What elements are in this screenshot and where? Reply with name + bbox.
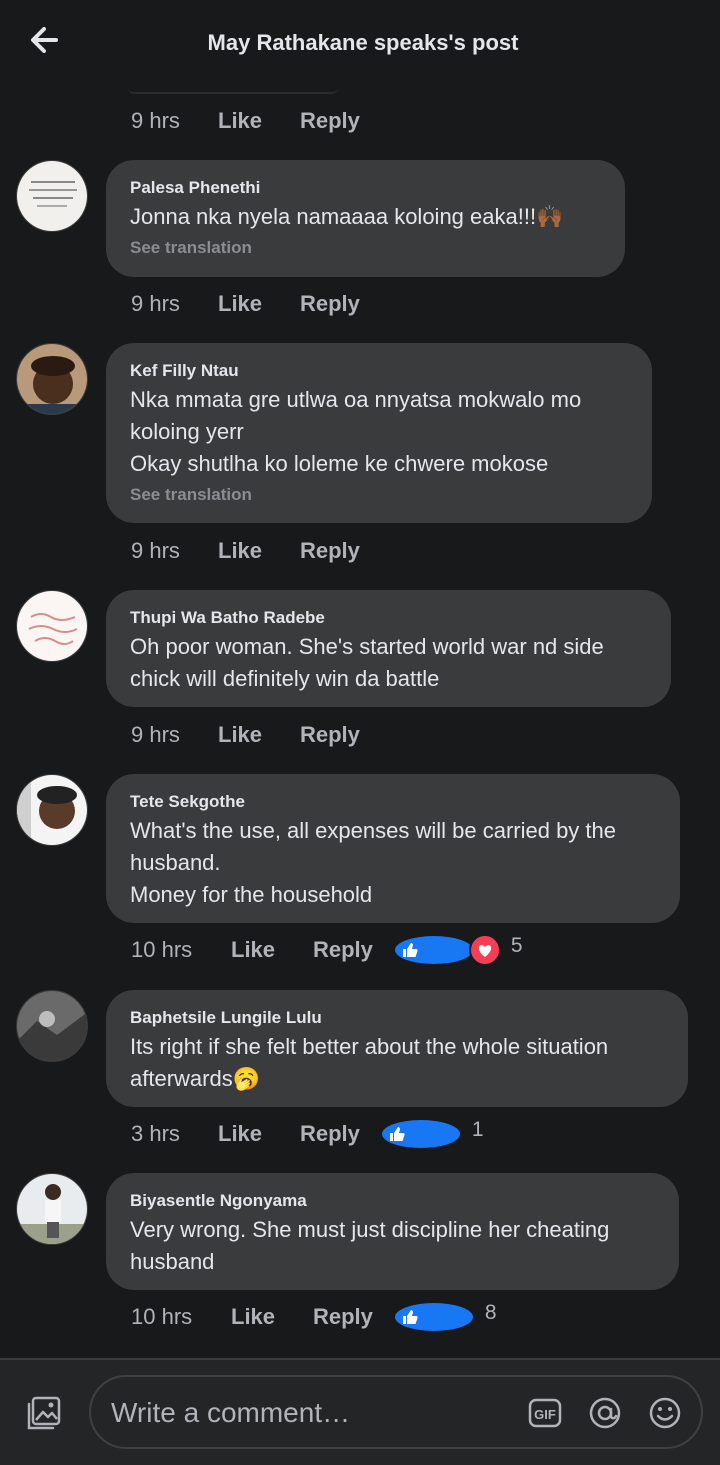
comment-author[interactable]: Palesa Phenethi	[130, 178, 601, 198]
comment-text: Very wrong. She must just discipline her…	[130, 1217, 610, 1274]
reply-link[interactable]: Reply	[300, 291, 360, 317]
comment-text: Nka mmata gre utlwa oa nnyatsa mokwalo m…	[130, 387, 582, 476]
avatar-image-icon	[17, 344, 87, 414]
photo-button[interactable]	[24, 1393, 64, 1433]
avatar[interactable]	[16, 160, 88, 232]
comment-timestamp: 9 hrs	[131, 722, 180, 747]
comment-timestamp: 9 hrs	[131, 538, 180, 563]
comment-bubble[interactable]: Baphetsile Lungile Lulu Its right if she…	[106, 990, 688, 1107]
emoji-button[interactable]	[647, 1395, 683, 1431]
reply-link[interactable]: Reply	[300, 722, 360, 748]
comment-actions: 9 hrs Like Reply	[131, 106, 360, 136]
comment-timestamp: 9 hrs	[131, 291, 180, 316]
avatar[interactable]	[16, 590, 88, 662]
avatar[interactable]	[16, 343, 88, 415]
avatar-image-icon	[17, 591, 87, 661]
comment-author[interactable]: Thupi Wa Batho Radebe	[130, 608, 647, 628]
comment-bubble[interactable]: Tete Sekgothe What's the use, all expens…	[106, 774, 680, 923]
mention-button[interactable]	[587, 1395, 623, 1431]
avatar-image-icon	[17, 991, 87, 1061]
comment-actions: 3 hrs Like Reply 1	[131, 1118, 484, 1150]
comment-timestamp: 10 hrs	[131, 937, 193, 962]
see-translation-link[interactable]: See translation	[130, 238, 601, 258]
like-link[interactable]: Like	[218, 722, 300, 748]
top-bar: May Rathakane speaks's post	[0, 0, 720, 88]
reaction-count: 5	[510, 934, 523, 957]
comment-actions: 10 hrs Like Reply 5	[131, 934, 523, 966]
reaction-summary[interactable]: 1	[379, 1118, 484, 1150]
like-link[interactable]: Like	[218, 538, 300, 564]
comment-text: Its right if she felt better about the w…	[130, 1034, 609, 1091]
comment-text: Jonna nka nyela namaaaa koloing eaka!!!🙌…	[130, 204, 564, 229]
comment-timestamp: 10 hrs	[131, 1304, 193, 1329]
comment-author[interactable]: Biyasentle Ngonyama	[130, 1191, 655, 1211]
like-link[interactable]: Like	[218, 1121, 300, 1147]
comment-actions: 10 hrs Like Reply 8	[131, 1301, 497, 1333]
reaction-count: 8	[484, 1301, 497, 1324]
smiley-icon	[649, 1397, 681, 1429]
comment-bubble[interactable]: Kef Filly Ntau Nka mmata gre utlwa oa nn…	[106, 343, 652, 523]
photo-gallery-icon	[27, 1396, 61, 1430]
page-title: May Rathakane speaks's post	[207, 30, 519, 55]
previous-comment-bubble-edge	[128, 88, 338, 94]
like-reaction-icon	[392, 1301, 475, 1333]
comment-actions: 9 hrs Like Reply	[131, 536, 360, 566]
comment-composer: GIF	[0, 1360, 720, 1465]
reply-link[interactable]: Reply	[300, 108, 360, 134]
comment-bubble[interactable]: Biyasentle Ngonyama Very wrong. She must…	[106, 1173, 679, 1290]
comment-input[interactable]	[109, 1391, 513, 1435]
avatar-image-icon	[17, 161, 87, 231]
comment-author[interactable]: Baphetsile Lungile Lulu	[130, 1008, 664, 1028]
comment-text: Oh poor woman. She's started world war n…	[130, 634, 604, 691]
like-link[interactable]: Like	[231, 937, 313, 963]
comment-input-box[interactable]: GIF	[89, 1375, 703, 1449]
avatar-image-icon	[17, 1174, 87, 1244]
reply-link[interactable]: Reply	[300, 538, 360, 564]
reply-link[interactable]: Reply	[300, 1121, 360, 1147]
svg-text:GIF: GIF	[534, 1407, 556, 1422]
avatar[interactable]	[16, 990, 88, 1062]
comment-author[interactable]: Kef Filly Ntau	[130, 361, 628, 381]
comment-text: What's the use, all expenses will be car…	[130, 818, 616, 907]
reaction-summary[interactable]: 5	[392, 934, 523, 966]
comment-timestamp: 3 hrs	[131, 1121, 180, 1146]
avatar[interactable]	[16, 774, 88, 846]
reply-link[interactable]: Reply	[313, 937, 373, 963]
comment-timestamp: 9 hrs	[131, 108, 180, 133]
comment-bubble[interactable]: Thupi Wa Batho Radebe Oh poor woman. She…	[106, 590, 671, 707]
like-link[interactable]: Like	[218, 291, 300, 317]
reply-link[interactable]: Reply	[313, 1304, 373, 1330]
gif-icon: GIF	[528, 1398, 562, 1428]
like-reaction-icon	[379, 1118, 462, 1150]
love-reaction-icon	[468, 934, 501, 966]
like-link[interactable]: Like	[218, 108, 300, 134]
avatar-image-icon	[17, 775, 87, 845]
like-link[interactable]: Like	[231, 1304, 313, 1330]
at-sign-icon	[589, 1397, 621, 1429]
avatar[interactable]	[16, 1173, 88, 1245]
see-translation-link[interactable]: See translation	[130, 485, 628, 505]
comment-bubble[interactable]: Palesa Phenethi Jonna nka nyela namaaaa …	[106, 160, 625, 277]
comment-author[interactable]: Tete Sekgothe	[130, 792, 656, 812]
comment-actions: 9 hrs Like Reply	[131, 289, 360, 319]
reaction-count: 1	[471, 1118, 484, 1141]
comment-actions: 9 hrs Like Reply	[131, 720, 360, 750]
like-reaction-icon	[392, 934, 475, 966]
gif-button[interactable]: GIF	[527, 1395, 563, 1431]
reaction-summary[interactable]: 8	[392, 1301, 497, 1333]
